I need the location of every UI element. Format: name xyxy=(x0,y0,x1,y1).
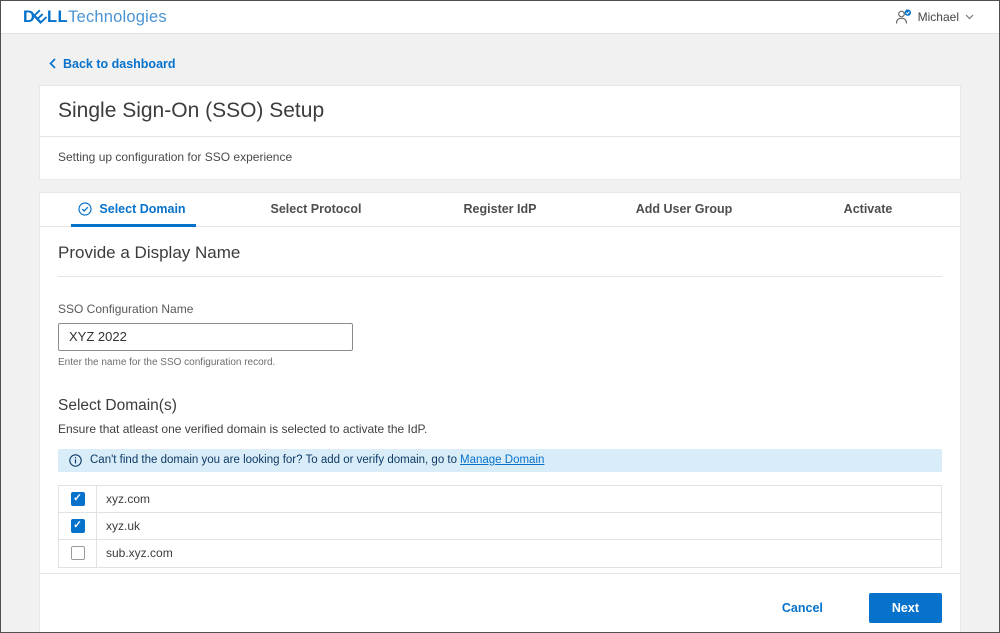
config-name-label: SSO Configuration Name xyxy=(58,302,942,316)
info-banner-text: Can't find the domain you are looking fo… xyxy=(90,454,544,466)
config-name-helper: Enter the name for the SSO configuration… xyxy=(58,357,942,368)
next-button[interactable]: Next xyxy=(869,593,942,623)
tab-select-domain[interactable]: Select Domain xyxy=(40,193,224,226)
wizard-card: Select Domain Select Protocol Register I… xyxy=(39,192,961,633)
tab-select-protocol[interactable]: Select Protocol xyxy=(224,193,408,226)
app-window: DELLTechnologies Michael Back to dashb xyxy=(0,0,1000,633)
select-domains-section: Select Domain(s) Ensure that atleast one… xyxy=(58,397,942,568)
wizard-footer: Cancel Next xyxy=(40,573,960,633)
tab-label: Add User Group xyxy=(636,202,733,216)
domains-subtitle: Ensure that atleast one verified domain … xyxy=(58,422,942,436)
back-link-label: Back to dashboard xyxy=(63,57,176,71)
user-name: Michael xyxy=(918,10,959,24)
tab-label: Select Protocol xyxy=(271,202,362,216)
page-subtitle: Setting up configuration for SSO experie… xyxy=(40,137,960,179)
tab-label: Activate xyxy=(844,202,893,216)
tab-register-idp[interactable]: Register IdP xyxy=(408,193,592,226)
domain-name: xyz.com xyxy=(97,486,150,512)
top-bar: DELLTechnologies Michael xyxy=(1,1,999,34)
check-circle-icon xyxy=(78,202,92,216)
tab-label: Select Domain xyxy=(99,202,185,216)
domains-title: Select Domain(s) xyxy=(58,397,942,415)
domain-checkbox[interactable] xyxy=(71,492,85,506)
back-to-dashboard-link[interactable]: Back to dashboard xyxy=(49,57,176,71)
chevron-left-icon xyxy=(49,58,56,69)
page-title: Single Sign-On (SSO) Setup xyxy=(40,86,960,136)
domain-row: xyz.com xyxy=(59,486,941,513)
config-name-group: SSO Configuration Name Enter the name fo… xyxy=(58,302,942,368)
tab-activate[interactable]: Activate xyxy=(776,193,960,226)
info-banner: Can't find the domain you are looking fo… xyxy=(58,449,942,472)
checkbox-cell xyxy=(59,513,97,539)
domain-name: sub.xyz.com xyxy=(97,540,173,567)
user-avatar-icon xyxy=(895,9,912,25)
dell-technologies-text: Technologies xyxy=(68,8,167,27)
domain-checkbox[interactable] xyxy=(71,519,85,533)
dell-logo[interactable]: DELLTechnologies xyxy=(23,8,167,27)
domain-checkbox[interactable] xyxy=(71,546,85,560)
page-content: Back to dashboard Single Sign-On (SSO) S… xyxy=(1,34,999,632)
tab-label: Register IdP xyxy=(464,202,537,216)
user-menu[interactable]: Michael xyxy=(895,9,974,25)
config-name-input[interactable] xyxy=(58,323,353,351)
info-icon xyxy=(69,454,82,467)
domain-row: xyz.uk xyxy=(59,513,941,540)
chevron-down-icon xyxy=(965,14,974,20)
cancel-button[interactable]: Cancel xyxy=(782,601,823,615)
tab-add-user-group[interactable]: Add User Group xyxy=(592,193,776,226)
wizard-body: Provide a Display Name SSO Configuration… xyxy=(40,227,960,633)
wizard-steps: Select Domain Select Protocol Register I… xyxy=(40,193,960,227)
checkbox-cell xyxy=(59,486,97,512)
domain-row: sub.xyz.com xyxy=(59,540,941,567)
domain-name: xyz.uk xyxy=(97,513,140,539)
page-header-card: Single Sign-On (SSO) Setup Setting up co… xyxy=(39,85,961,180)
manage-domain-link[interactable]: Manage Domain xyxy=(460,454,544,466)
checkbox-cell xyxy=(59,540,97,567)
dell-wordmark: DELL xyxy=(23,8,68,27)
domain-table: xyz.com xyz.uk sub.xyz.com xyxy=(58,485,942,568)
display-name-section-title: Provide a Display Name xyxy=(58,227,942,277)
